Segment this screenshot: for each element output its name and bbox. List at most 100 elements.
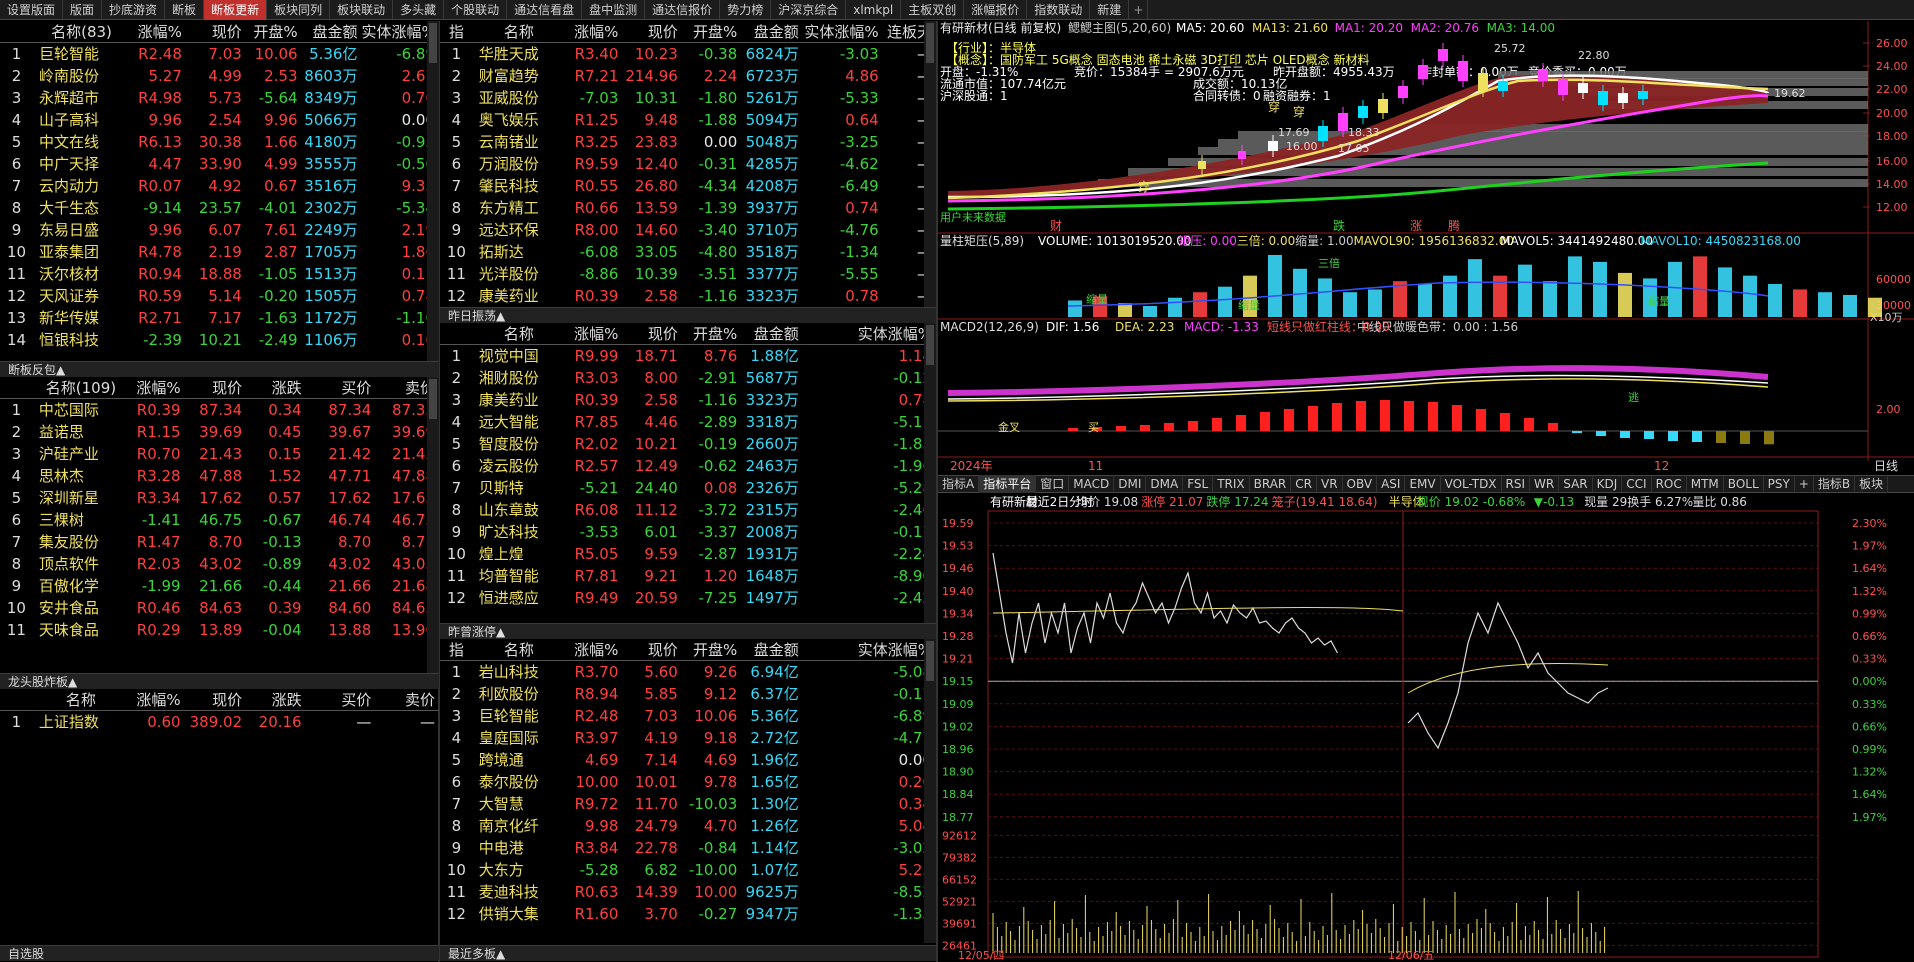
table-row[interactable]: 4 思林杰 R3.28 47.88 1.52 47.71 47.88 <box>0 465 439 487</box>
table-row[interactable]: 2 湘财股份 R3.03 8.00 -2.91 5687万 -0.12 <box>440 367 936 389</box>
table-row[interactable]: 3 康美药业 R0.39 2.58 -1.16 3323万 0.78 <box>440 389 936 411</box>
column-header[interactable]: 涨幅% <box>559 21 623 43</box>
column-header[interactable]: 卖价 <box>375 689 439 711</box>
column-header[interactable]: 名称 <box>473 21 559 43</box>
table-row[interactable]: 9 旷达科技 -3.53 6.01 -3.37 2008万 -0.17 <box>440 521 936 543</box>
tab-0[interactable]: 设置版面 <box>0 0 64 20</box>
indicator-tab[interactable]: RSI <box>1502 475 1531 493</box>
table-row[interactable]: 11 沃尔核材 R0.94 18.88 -1.05 1513万 0.11 <box>0 263 439 285</box>
table-row[interactable]: 10 亚泰集团 R4.78 2.19 2.87 1705万 1.86 <box>0 241 439 263</box>
table-row[interactable]: 7 集友股份 R1.47 8.70 -0.13 8.70 8.71 <box>0 531 439 553</box>
table-row[interactable]: 8东方精工R0.6613.59-1.393937万0.74— <box>440 197 936 219</box>
table-row[interactable]: 9 百傲化学 -1.99 21.66 -0.44 21.66 21.68 <box>0 575 439 597</box>
tab-4[interactable]: 断板更新 <box>204 0 268 20</box>
table-row[interactable]: 10拓斯达-6.0833.05-4.803518万-1.34— <box>440 241 936 263</box>
table-row[interactable]: 1华胜天成R3.4010.23-0.386824万-3.03— <box>440 43 936 65</box>
column-header[interactable]: 名称(109) <box>33 377 123 399</box>
table-row[interactable]: 12 供销大集 R1.60 3.70 -0.27 9347万 -1.33 <box>440 903 936 925</box>
tab-12[interactable]: 势力榜 <box>720 0 772 20</box>
column-header[interactable]: 现价 <box>185 377 247 399</box>
column-header[interactable]: 名称 <box>473 639 559 661</box>
table-row[interactable]: 2 岭南股份 5.27 4.99 2.53 8603万 2.67 <box>0 65 439 87</box>
table-row[interactable]: 5 深圳新星 R3.34 17.62 0.57 17.62 17.63 <box>0 487 439 509</box>
column-header[interactable] <box>0 689 33 711</box>
indicator-tab[interactable]: TRIX <box>1213 475 1250 493</box>
table-row[interactable]: 9 中电港 R3.84 22.78 -0.84 1.14亿 -3.02 <box>440 837 936 859</box>
table-row[interactable]: 7 大智慧 R9.72 11.70 -10.03 1.30亿 0.34 <box>440 793 936 815</box>
panel-title-leader-break[interactable]: 龙头股炸板▲ <box>0 673 439 689</box>
tab-11[interactable]: 通达信报价 <box>645 0 721 20</box>
column-header[interactable] <box>440 323 473 345</box>
intraday-chart[interactable]: 有研新材最近2日分时均价 19.08 涨停 21.07 跌停 17.24 笼子(19.… <box>938 493 1914 962</box>
indicator-tab[interactable]: FSL <box>1183 475 1214 493</box>
column-header[interactable]: 涨幅% <box>123 377 185 399</box>
table-row[interactable]: 10 煌上煌 R5.05 9.59 -2.87 1931万 -2.24 <box>440 543 936 565</box>
tab-7[interactable]: 多头藏 <box>393 0 445 20</box>
column-header[interactable]: 盘金额 <box>302 21 362 43</box>
column-header[interactable]: 现价 <box>622 323 681 345</box>
table-row[interactable]: 5 中文在线 R6.13 30.38 1.66 4180万 -0.95 <box>0 131 439 153</box>
column-header[interactable]: 现价 <box>186 21 246 43</box>
column-header[interactable]: 现价 <box>622 21 681 43</box>
indicator-tab[interactable]: MACD <box>1069 475 1115 493</box>
tab-1[interactable]: 版面 <box>63 0 103 20</box>
tab-18[interactable]: 新建 <box>1090 0 1130 20</box>
column-header[interactable]: 盘金额 <box>741 323 802 345</box>
indicator-tab[interactable]: MTM <box>1687 475 1724 493</box>
column-header[interactable] <box>0 21 33 43</box>
table-row[interactable]: 1 巨轮智能 R2.48 7.03 10.06 5.36亿 -6.89 <box>0 43 439 65</box>
scrollbar[interactable] <box>924 323 936 623</box>
table-row[interactable]: 10 大东方 -5.28 6.82 -10.00 1.07亿 5.25 <box>440 859 936 881</box>
tab-19[interactable]: + <box>1129 0 1149 20</box>
column-header[interactable]: 现价 <box>622 639 681 661</box>
column-header[interactable]: 实体涨幅% <box>803 639 936 661</box>
column-header[interactable]: 指 <box>440 639 473 661</box>
table-row[interactable]: 4奥飞娱乐R1.259.48-1.885094万0.64— <box>440 109 936 131</box>
table-row[interactable]: 7 云内动力 R0.07 4.92 0.67 3516万 9.33 <box>0 175 439 197</box>
indicator-tab[interactable]: 指标B <box>1814 475 1856 493</box>
panel-title-recent-multi[interactable]: 最近多板▲ <box>440 945 936 961</box>
tab-6[interactable]: 板块联动 <box>330 0 394 20</box>
table-row[interactable]: 6 凌云股份 R2.57 12.49 -0.62 2463万 -1.96 <box>440 455 936 477</box>
tab-8[interactable]: 个股联动 <box>444 0 508 20</box>
column-header[interactable]: 涨幅% <box>123 689 185 711</box>
table-row[interactable]: 7 贝斯特 -5.21 24.40 0.08 2326万 -5.28 <box>440 477 936 499</box>
column-header[interactable]: 实体涨幅% <box>803 323 936 345</box>
table-row[interactable]: 8 大千生态 -9.14 23.57 -4.01 2302万 -5.34 <box>0 197 439 219</box>
indicator-tab[interactable]: SAR <box>1559 475 1593 493</box>
table-row[interactable]: 1 视觉中国 R9.99 18.71 8.76 1.88亿 1.14 <box>440 345 936 367</box>
indicator-tab[interactable]: + <box>1795 475 1814 493</box>
column-header[interactable]: 涨幅% <box>559 639 623 661</box>
indicator-tab[interactable]: CR <box>1291 475 1317 493</box>
scrollbar[interactable] <box>427 21 439 361</box>
panel-title-break-wrap[interactable]: 断板反包▲ <box>0 361 439 377</box>
table-row[interactable]: 5云南锗业R3.2523.830.005048万-3.25— <box>440 131 936 153</box>
table-row[interactable]: 1 中芯国际 R0.39 87.34 0.34 87.34 87.35 <box>0 399 439 421</box>
indicator-tab[interactable]: ROC <box>1652 475 1687 493</box>
indicator-tab[interactable]: 窗口 <box>1036 475 1070 493</box>
table-row[interactable]: 5 智度股份 R2.02 10.21 -0.19 2660万 -1.83 <box>440 433 936 455</box>
indicator-tab[interactable]: DMA <box>1146 475 1184 493</box>
table-row[interactable]: 8 山东章鼓 R6.08 11.12 -3.72 2315万 -2.46 <box>440 499 936 521</box>
table-row[interactable]: 9 东易日盛 9.96 6.07 7.61 2249万 2.19 <box>0 219 439 241</box>
panel-title-prev-limit-up[interactable]: 昨曾涨停▲ <box>440 623 936 639</box>
column-header[interactable]: 涨幅% <box>124 21 186 43</box>
column-header[interactable]: 名称 <box>33 689 123 711</box>
table-row[interactable]: 11 天味食品 R0.29 13.89 -0.04 13.88 13.90 <box>0 619 439 641</box>
panel-title-watchlist[interactable]: 自选股 <box>0 945 439 961</box>
indicator-tab[interactable]: KDJ <box>1593 475 1623 493</box>
table-row[interactable]: 8 南京化纤 9.98 24.79 4.70 1.26亿 5.04 <box>440 815 936 837</box>
table-row[interactable]: 9远达环保R8.0014.60-3.403710万-4.76— <box>440 219 936 241</box>
indicator-tab[interactable]: OBV <box>1343 475 1378 493</box>
indicator-tab[interactable]: BRAR <box>1250 475 1292 493</box>
column-header[interactable]: 指 <box>440 21 473 43</box>
scrollbar[interactable] <box>427 377 439 673</box>
column-header[interactable]: 开盘% <box>682 323 741 345</box>
column-header[interactable]: 名称 <box>473 323 559 345</box>
indicator-tab[interactable]: VOL-TDX <box>1441 475 1502 493</box>
tab-3[interactable]: 断板 <box>165 0 205 20</box>
column-header[interactable]: 开盘% <box>246 21 302 43</box>
column-header[interactable]: 盘金额 <box>741 21 802 43</box>
indicator-tab[interactable]: PSY <box>1764 475 1795 493</box>
indicator-tab[interactable]: 指标A <box>938 475 980 493</box>
